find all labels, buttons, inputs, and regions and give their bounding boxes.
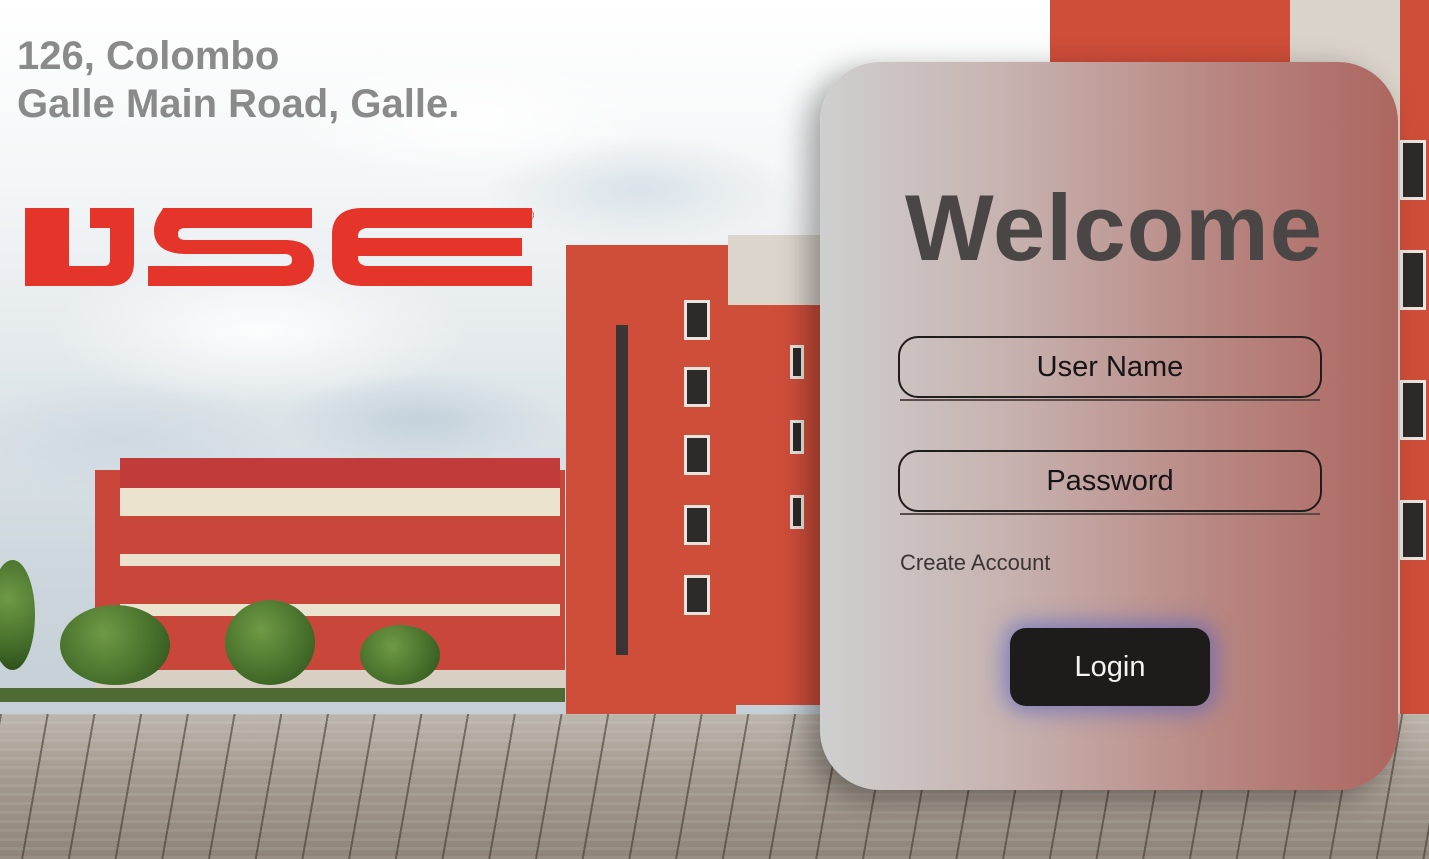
- create-account-link[interactable]: Create Account: [900, 550, 1050, 576]
- login-button[interactable]: Login: [1010, 628, 1210, 706]
- background-building-annex: [728, 235, 820, 705]
- username-field[interactable]: User Name: [898, 336, 1322, 398]
- ijse-logo: ®: [22, 200, 542, 295]
- background-building-tower: [566, 245, 736, 715]
- password-field[interactable]: Password: [898, 450, 1322, 512]
- login-card: Welcome User Name Password Create Accoun…: [820, 62, 1398, 790]
- address-line-2: Galle Main Road, Galle.: [17, 82, 460, 126]
- welcome-title: Welcome: [905, 175, 1323, 280]
- address-line-1: 126, Colombo: [17, 34, 280, 78]
- background-tree: [360, 625, 440, 685]
- password-underline: [900, 513, 1320, 515]
- background-building-left: [95, 458, 565, 695]
- ijse-logo-mark: ®: [25, 208, 536, 286]
- background-tree: [225, 600, 315, 685]
- background-tree: [60, 605, 170, 685]
- registered-mark: ®: [522, 208, 536, 224]
- username-underline: [900, 399, 1320, 401]
- address: 126, Colombo Galle Main Road, Galle.: [17, 32, 459, 128]
